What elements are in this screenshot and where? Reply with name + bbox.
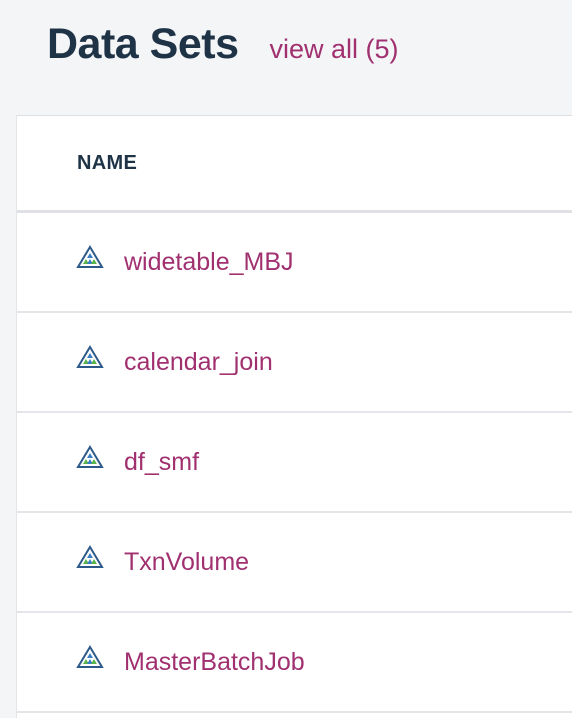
table-row[interactable]: widetable_MBJ (17, 213, 572, 313)
dataset-icon (76, 545, 104, 568)
table-row[interactable]: MasterBatchJob (17, 613, 572, 713)
dataset-icon (76, 345, 104, 368)
table-row[interactable]: TxnVolume (17, 513, 572, 613)
dataset-name-link[interactable]: TxnVolume (124, 548, 249, 577)
dataset-icon (76, 445, 104, 468)
dataset-name-link[interactable]: df_smf (124, 448, 199, 477)
dataset-name-link[interactable]: MasterBatchJob (124, 648, 305, 677)
page-title: Data Sets (47, 20, 239, 68)
datasets-table: NAME widetable_MBJ calendar_join df_smf … (16, 115, 572, 718)
dataset-name-link[interactable]: widetable_MBJ (124, 248, 294, 277)
view-all-link[interactable]: view all (5) (269, 19, 398, 79)
dataset-icon (76, 245, 104, 268)
column-header-name[interactable]: NAME (17, 116, 572, 213)
dataset-icon (76, 645, 104, 668)
page-header: Data Sets view all (5) (47, 14, 399, 74)
table-row[interactable]: df_smf (17, 413, 572, 513)
dataset-name-link[interactable]: calendar_join (124, 348, 273, 377)
table-row[interactable]: calendar_join (17, 313, 572, 413)
